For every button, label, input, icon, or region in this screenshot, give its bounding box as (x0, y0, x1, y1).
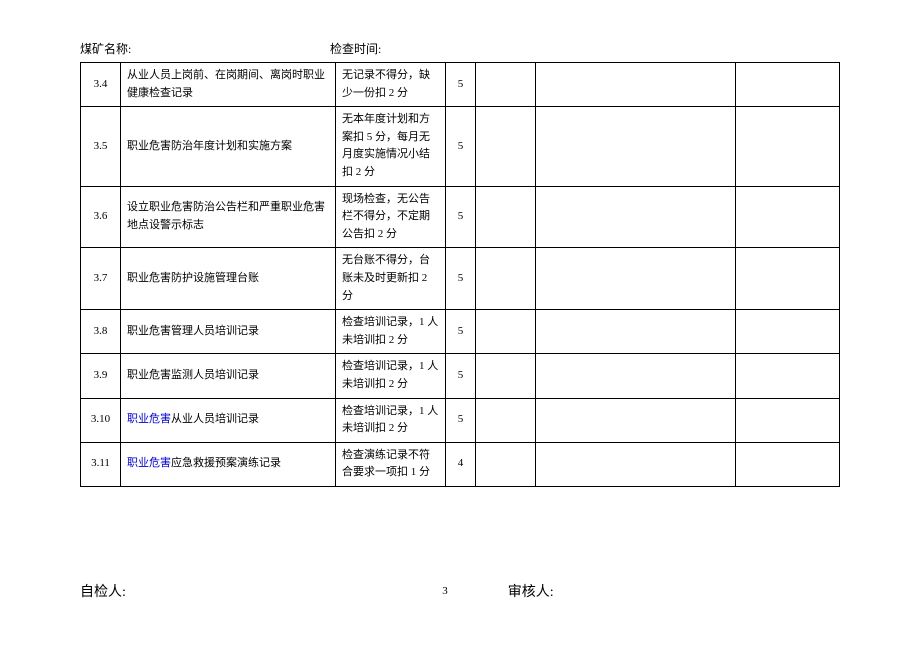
row-criteria: 检查培训记录，1 人未培训扣 2 分 (336, 398, 446, 442)
row-number: 3.10 (81, 398, 121, 442)
row-empty-2 (536, 354, 736, 398)
row-empty-1 (476, 310, 536, 354)
row-description: 职业危害监测人员培训记录 (121, 354, 336, 398)
row-score: 5 (446, 248, 476, 310)
row-empty-2 (536, 248, 736, 310)
row-empty-3 (736, 442, 840, 486)
table-row: 3.7职业危害防护设施管理台账无台账不得分，台账未及时更新扣 2 分5 (81, 248, 840, 310)
link-text: 职业危害 (127, 457, 171, 469)
row-empty-3 (736, 398, 840, 442)
row-description: 职业危害防护设施管理台账 (121, 248, 336, 310)
row-empty-2 (536, 63, 736, 107)
table-row: 3.5职业危害防治年度计划和实施方案无本年度计划和方案扣 5 分，每月无月度实施… (81, 107, 840, 186)
row-empty-3 (736, 354, 840, 398)
row-empty-1 (476, 248, 536, 310)
row-criteria: 无本年度计划和方案扣 5 分，每月无月度实施情况小结扣 2 分 (336, 107, 446, 186)
row-description: 职业危害管理人员培训记录 (121, 310, 336, 354)
footer-row: 自检人: 3 审核人: (80, 581, 840, 601)
row-empty-2 (536, 398, 736, 442)
row-criteria: 无台账不得分，台账未及时更新扣 2 分 (336, 248, 446, 310)
mine-name-label: 煤矿名称: (80, 40, 330, 57)
row-criteria: 无记录不得分，缺少一份扣 2 分 (336, 63, 446, 107)
row-number: 3.8 (81, 310, 121, 354)
row-empty-2 (536, 107, 736, 186)
row-criteria: 现场检查，无公告栏不得分，不定期公告扣 2 分 (336, 186, 446, 248)
row-number: 3.5 (81, 107, 121, 186)
row-empty-2 (536, 442, 736, 486)
row-empty-2 (536, 310, 736, 354)
row-description: 从业人员上岗前、在岗期间、离岗时职业健康检查记录 (121, 63, 336, 107)
row-score: 5 (446, 354, 476, 398)
row-number: 3.11 (81, 442, 121, 486)
row-score: 4 (446, 442, 476, 486)
header-row: 煤矿名称: 检查时间: (80, 40, 840, 57)
row-empty-1 (476, 398, 536, 442)
desc-text: 应急救援预案演练记录 (171, 457, 281, 469)
link-text: 职业危害 (127, 413, 171, 425)
row-criteria: 检查演练记录不符合要求一项扣 1 分 (336, 442, 446, 486)
row-number: 3.9 (81, 354, 121, 398)
row-score: 5 (446, 63, 476, 107)
row-empty-3 (736, 310, 840, 354)
row-criteria: 检查培训记录，1 人未培训扣 2 分 (336, 354, 446, 398)
row-empty-3 (736, 248, 840, 310)
table-row: 3.8职业危害管理人员培训记录检查培训记录，1 人未培训扣 2 分5 (81, 310, 840, 354)
row-empty-1 (476, 442, 536, 486)
row-empty-3 (736, 186, 840, 248)
row-description: 职业危害应急救援预案演练记录 (121, 442, 336, 486)
reviewer-label: 审核人: (448, 581, 840, 601)
row-empty-3 (736, 107, 840, 186)
row-empty-1 (476, 63, 536, 107)
table-row: 3.11职业危害应急救援预案演练记录检查演练记录不符合要求一项扣 1 分4 (81, 442, 840, 486)
row-number: 3.4 (81, 63, 121, 107)
row-score: 5 (446, 186, 476, 248)
inspection-table: 3.4从业人员上岗前、在岗期间、离岗时职业健康检查记录无记录不得分，缺少一份扣 … (80, 62, 840, 487)
desc-text: 从业人员培训记录 (171, 413, 259, 425)
table-row: 3.9职业危害监测人员培训记录检查培训记录，1 人未培训扣 2 分5 (81, 354, 840, 398)
inspection-time-label: 检查时间: (330, 40, 840, 57)
row-empty-1 (476, 107, 536, 186)
table-row: 3.10职业危害从业人员培训记录检查培训记录，1 人未培训扣 2 分5 (81, 398, 840, 442)
row-score: 5 (446, 107, 476, 186)
row-criteria: 检查培训记录，1 人未培训扣 2 分 (336, 310, 446, 354)
row-number: 3.7 (81, 248, 121, 310)
row-empty-2 (536, 186, 736, 248)
row-score: 5 (446, 398, 476, 442)
table-row: 3.6设立职业危害防治公告栏和严重职业危害地点设警示标志现场检查，无公告栏不得分… (81, 186, 840, 248)
inspector-label: 自检人: (80, 581, 412, 601)
row-empty-3 (736, 63, 840, 107)
row-empty-1 (476, 354, 536, 398)
row-empty-1 (476, 186, 536, 248)
row-description: 职业危害防治年度计划和实施方案 (121, 107, 336, 186)
row-number: 3.6 (81, 186, 121, 248)
row-score: 5 (446, 310, 476, 354)
row-description: 职业危害从业人员培训记录 (121, 398, 336, 442)
row-description: 设立职业危害防治公告栏和严重职业危害地点设警示标志 (121, 186, 336, 248)
table-row: 3.4从业人员上岗前、在岗期间、离岗时职业健康检查记录无记录不得分，缺少一份扣 … (81, 63, 840, 107)
